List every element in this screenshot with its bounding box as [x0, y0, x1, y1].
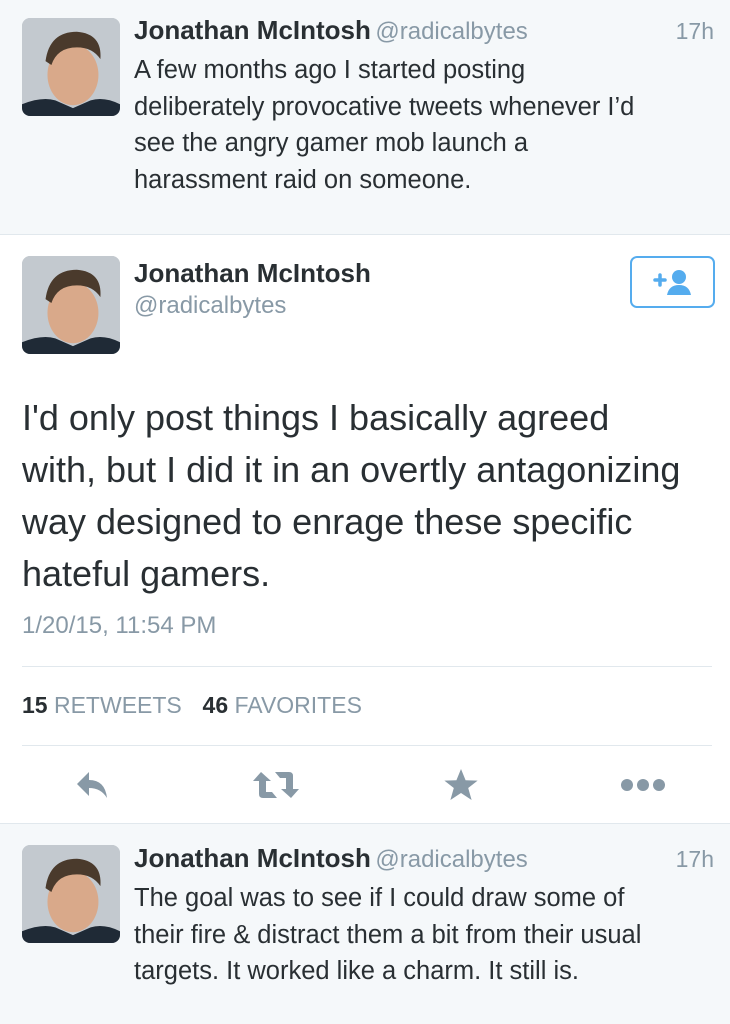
tweet-line: see the angry gamer mob launch a — [134, 129, 529, 157]
author-handle[interactable]: @radicalbytes — [375, 846, 527, 873]
reply-button[interactable] — [68, 762, 118, 808]
avatar[interactable] — [22, 845, 120, 943]
tweet-line: with, but I did it in an overtly antagon… — [22, 449, 681, 490]
author-handle[interactable]: @radicalbytes — [375, 18, 527, 45]
tweet-time: 17h — [675, 846, 714, 872]
retweets-label[interactable]: RETWEETS — [54, 692, 182, 718]
tweet-stats: 15 RETWEETS 46 FAVORITES — [22, 692, 362, 719]
tweet-line: I'd only post things I basically agreed — [22, 397, 610, 438]
tweet-line: their fire & distract them a bit from th… — [134, 920, 642, 949]
tweet-text: A few months ago I started posting delib… — [134, 52, 724, 198]
favorite-button[interactable] — [436, 762, 486, 808]
more-button[interactable] — [616, 762, 670, 808]
tweet-line: deliberately provocative tweets whenever… — [134, 92, 635, 121]
tweet-1[interactable]: Jonathan McIntosh @radicalbytes 17h A fe… — [0, 0, 730, 234]
author-name[interactable]: Jonathan McIntosh — [134, 258, 371, 289]
tweet-line: The goal was to see if I could draw some… — [134, 884, 625, 912]
tweet-line: targets. It worked like a charm. It stil… — [134, 957, 579, 985]
author-name[interactable]: Jonathan McIntosh — [134, 15, 371, 45]
tweet-text: The goal was to see if I could draw some… — [134, 880, 724, 990]
avatar[interactable] — [22, 18, 120, 116]
retweets-count[interactable]: 15 — [22, 692, 48, 718]
favorite-icon — [444, 769, 478, 800]
divider — [22, 745, 712, 746]
tweet-text: I'd only post things I basically agreed … — [22, 392, 722, 600]
tweet-line: way designed to enrage these specific — [22, 501, 633, 542]
follow-button[interactable] — [630, 256, 715, 308]
avatar[interactable] — [22, 256, 120, 354]
author-handle[interactable]: @radicalbytes — [134, 292, 286, 320]
retweet-button[interactable] — [248, 762, 304, 808]
follow-user-icon — [652, 270, 691, 295]
more-icon — [621, 779, 665, 791]
tweet-3[interactable]: Jonathan McIntosh @radicalbytes 17h The … — [0, 824, 730, 1024]
favorites-label[interactable]: FAVORITES — [235, 692, 362, 718]
tweet-time: 17h — [675, 18, 714, 44]
tweet-line: hateful gamers. — [22, 553, 271, 594]
reply-icon — [77, 772, 107, 798]
tweet-line: A few months ago I started posting — [134, 56, 526, 84]
author-name[interactable]: Jonathan McIntosh — [134, 843, 371, 873]
tweet-timestamp[interactable]: 1/20/15, 11:54 PM — [22, 612, 216, 640]
favorites-count[interactable]: 46 — [203, 692, 229, 718]
tweet-line: harassment raid on someone. — [134, 165, 472, 194]
divider — [22, 666, 712, 667]
retweet-icon — [253, 772, 299, 798]
